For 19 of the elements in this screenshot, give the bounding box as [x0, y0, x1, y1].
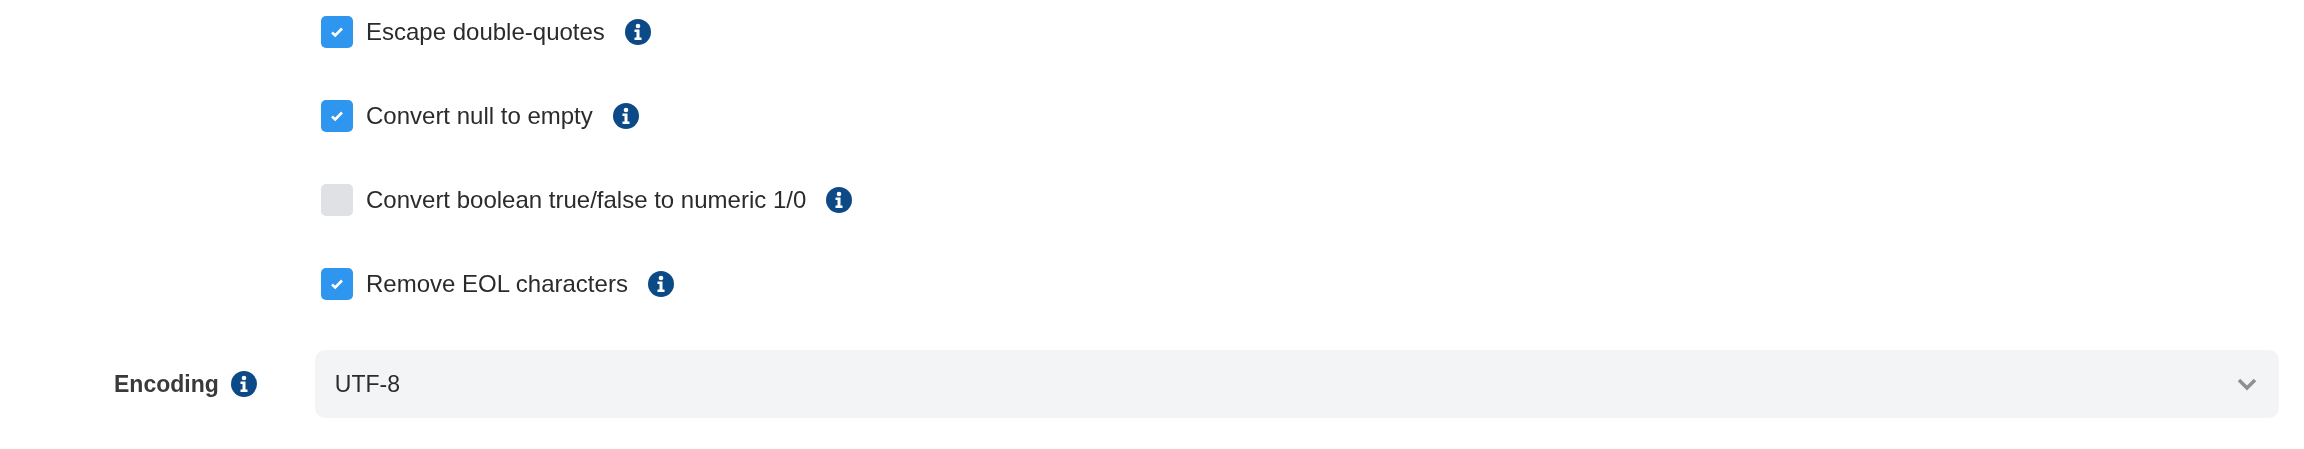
checkbox[interactable]: [321, 268, 353, 300]
encoding-select[interactable]: UTF-8: [314, 350, 2279, 418]
field-label: Encoding: [114, 370, 219, 398]
info-icon[interactable]: [647, 271, 674, 297]
option-label: Remove EOL characters: [366, 270, 628, 298]
option-label: Convert boolean true/false to numeric 1/0: [366, 186, 807, 214]
check-icon: [330, 26, 344, 38]
check-icon: [330, 278, 344, 290]
check-icon: [330, 110, 344, 122]
option-label: Convert null to empty: [366, 102, 593, 130]
checkbox[interactable]: [321, 100, 353, 132]
checkbox[interactable]: [321, 184, 353, 216]
option-label: Escape double-quotes: [366, 18, 605, 46]
info-icon[interactable]: [826, 187, 853, 213]
info-icon[interactable]: [230, 371, 257, 397]
chevron-down-icon: [2236, 377, 2257, 391]
info-icon[interactable]: [624, 19, 651, 45]
checkbox[interactable]: [321, 16, 353, 48]
info-icon[interactable]: [612, 103, 639, 129]
